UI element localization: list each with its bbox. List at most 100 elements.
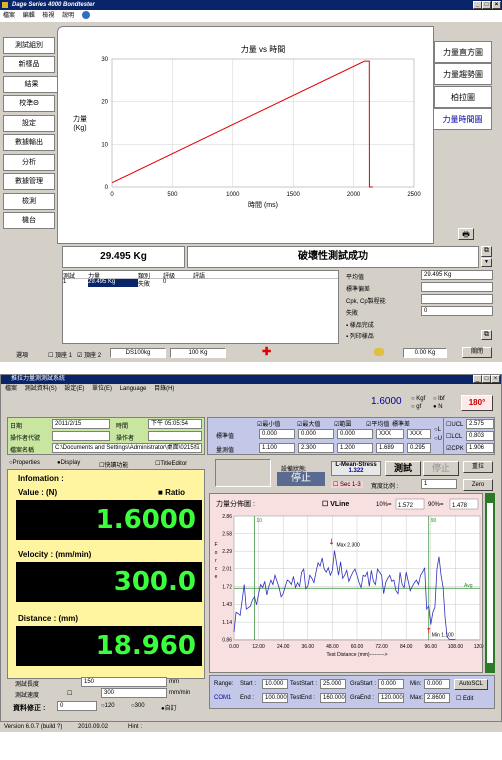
- stop-button[interactable]: 停止: [423, 461, 459, 476]
- test-button[interactable]: 測試: [385, 461, 421, 476]
- ucl-field[interactable]: 2.575: [466, 419, 494, 429]
- check-max[interactable]: ☑最大值: [297, 419, 320, 428]
- max-field[interactable]: 2.8600: [424, 693, 450, 703]
- speed-300-radio[interactable]: ○300: [131, 703, 145, 709]
- distance-label: Distance : (mm): [18, 614, 79, 623]
- auto-scale-button[interactable]: AutoSCL: [454, 679, 488, 690]
- zero-button[interactable]: Zero: [463, 479, 493, 491]
- display-radio[interactable]: ●Display: [57, 460, 80, 466]
- nav-test-group[interactable]: 測試組別: [3, 37, 55, 54]
- width-ratio-field[interactable]: 1: [421, 479, 457, 489]
- unit-n-radio[interactable]: ● N: [433, 404, 443, 410]
- menu-test-data[interactable]: 測試資料(S): [25, 386, 57, 392]
- std-range[interactable]: 0.000: [337, 429, 373, 439]
- gra-start-field[interactable]: 0.000: [378, 679, 404, 689]
- menu-language[interactable]: Language: [120, 386, 147, 392]
- nav-calibrate[interactable]: 校準Θ: [3, 95, 55, 112]
- meas-range: 1.200: [337, 443, 373, 453]
- menu-units[interactable]: 單位(E): [92, 386, 112, 392]
- speed-custom-radio[interactable]: ●自訂: [161, 703, 177, 712]
- lcl-field[interactable]: 0.803: [466, 431, 494, 441]
- tab-force-trend[interactable]: 力量趨勢圖: [434, 63, 492, 85]
- reset-button[interactable]: 重拉: [463, 461, 493, 473]
- close-button-2[interactable]: ×: [491, 375, 500, 383]
- nav-machine[interactable]: 機台: [3, 212, 55, 229]
- nav-new-sample[interactable]: 新樣品: [3, 56, 55, 73]
- correction-field[interactable]: 0: [57, 701, 97, 711]
- unit-lbf-radio[interactable]: ○ lbf: [433, 396, 445, 402]
- edit-check[interactable]: ☐ Edit: [456, 695, 473, 702]
- menu-contents[interactable]: 目錄(H): [154, 386, 174, 392]
- maximize-button-2[interactable]: □: [482, 375, 491, 383]
- table-row[interactable]: 1 29.495 Kg 失敗 0: [63, 279, 338, 288]
- ucl-check[interactable]: ☐UCL: [446, 421, 463, 428]
- angle-badge[interactable]: 180°: [461, 395, 493, 411]
- file-field[interactable]: C:\Documents and Settings\Administrator\…: [52, 443, 202, 453]
- test-start-field[interactable]: 25.000: [320, 679, 346, 689]
- dropdown-arrow-icon[interactable]: ▼: [481, 258, 492, 267]
- unit-gf-radio[interactable]: ○ gf: [411, 404, 421, 410]
- operator-field[interactable]: [148, 431, 202, 441]
- sec-check[interactable]: ☐ Sec 1-3: [331, 481, 363, 488]
- menu-help[interactable]: 說明: [62, 13, 74, 19]
- nav-data-management[interactable]: 數據管理: [3, 173, 55, 190]
- export-icon[interactable]: ⧉: [481, 330, 492, 340]
- speed-check[interactable]: ☐: [67, 690, 72, 697]
- test-speed-field[interactable]: 300: [101, 688, 167, 698]
- table-header: 測試 力量 類別 評級 評語: [63, 271, 338, 280]
- tab-force-histogram[interactable]: 力量直方圖: [434, 41, 492, 63]
- minimize-button[interactable]: _: [473, 1, 482, 9]
- speed-120-radio[interactable]: ○120: [101, 703, 115, 709]
- start-field[interactable]: 10.000: [262, 679, 288, 689]
- unit-kgf-radio[interactable]: ○ Kgf: [411, 396, 425, 402]
- tab-pareto[interactable]: 柏拉圖: [434, 86, 492, 108]
- std-max[interactable]: 0.000: [298, 429, 334, 439]
- std-mean[interactable]: XXX: [376, 429, 404, 439]
- min-field[interactable]: 0.000: [424, 679, 450, 689]
- tab-force-time[interactable]: 力量時間圖: [434, 108, 492, 130]
- end-field[interactable]: 100.000: [262, 693, 288, 703]
- cpk-check[interactable]: ☑CPK: [446, 445, 464, 452]
- copy-icon[interactable]: ⧉: [481, 246, 492, 257]
- minimize-button-2[interactable]: _: [473, 375, 482, 383]
- test-length-field[interactable]: 150: [81, 677, 167, 687]
- properties-radio[interactable]: ○Properties: [9, 460, 40, 466]
- check-stdev[interactable]: 標準差: [392, 419, 410, 428]
- lcl-check[interactable]: ☐LCL: [446, 433, 462, 440]
- menu-settings-2[interactable]: 設定(E): [64, 386, 84, 392]
- std-stdev[interactable]: XXX: [407, 429, 431, 439]
- nav-results[interactable]: 結果: [3, 76, 59, 93]
- operator-id-field[interactable]: [52, 431, 110, 441]
- maximize-button[interactable]: □: [482, 1, 491, 9]
- save-sample-button[interactable]: ▪ 樣品完成: [346, 320, 374, 329]
- red-cross-icon[interactable]: ✚: [262, 347, 272, 358]
- check-range[interactable]: ☑範圍: [334, 419, 351, 428]
- close-app-button[interactable]: 關閉: [462, 347, 492, 358]
- probe2-checkbox[interactable]: ☑ 頂座 2: [77, 350, 101, 359]
- nav-data-output[interactable]: 數據輸出: [3, 134, 55, 151]
- nav-inspection[interactable]: 檢測: [3, 193, 55, 210]
- radio-l[interactable]: ○L: [434, 427, 441, 433]
- avg-label: Avg: [464, 583, 473, 589]
- radio-u[interactable]: ○U: [434, 436, 442, 442]
- print-sample-button[interactable]: ▪ 列印樣品: [346, 331, 374, 340]
- test-end-field[interactable]: 160.000: [320, 693, 346, 703]
- quick-read-check[interactable]: ☐快讀功能: [99, 460, 128, 469]
- nav-analysis[interactable]: 分析: [3, 154, 55, 171]
- title-editor-check[interactable]: ☐TitleEditor: [155, 460, 187, 467]
- probe1-checkbox[interactable]: ☐ 頂座 1: [48, 350, 72, 359]
- printer-icon[interactable]: 🖶: [458, 228, 474, 240]
- options-label[interactable]: 選項: [16, 350, 28, 359]
- menu-view[interactable]: 檢視: [42, 13, 54, 19]
- menu-edit[interactable]: 編輯: [23, 13, 35, 19]
- globe-icon[interactable]: [81, 11, 90, 20]
- menu-file-2[interactable]: 檔案: [5, 386, 17, 392]
- check-min[interactable]: ☑最小值: [257, 419, 280, 428]
- menu-file[interactable]: 檔案: [3, 13, 15, 19]
- close-button[interactable]: ×: [492, 1, 501, 9]
- nav-settings[interactable]: 設定: [3, 115, 55, 132]
- gra-end-field[interactable]: 120.000: [378, 693, 404, 703]
- check-mean[interactable]: ☑平均值: [366, 419, 389, 428]
- ratio-check[interactable]: ■ Ratio: [158, 488, 185, 497]
- std-min[interactable]: 0.000: [259, 429, 295, 439]
